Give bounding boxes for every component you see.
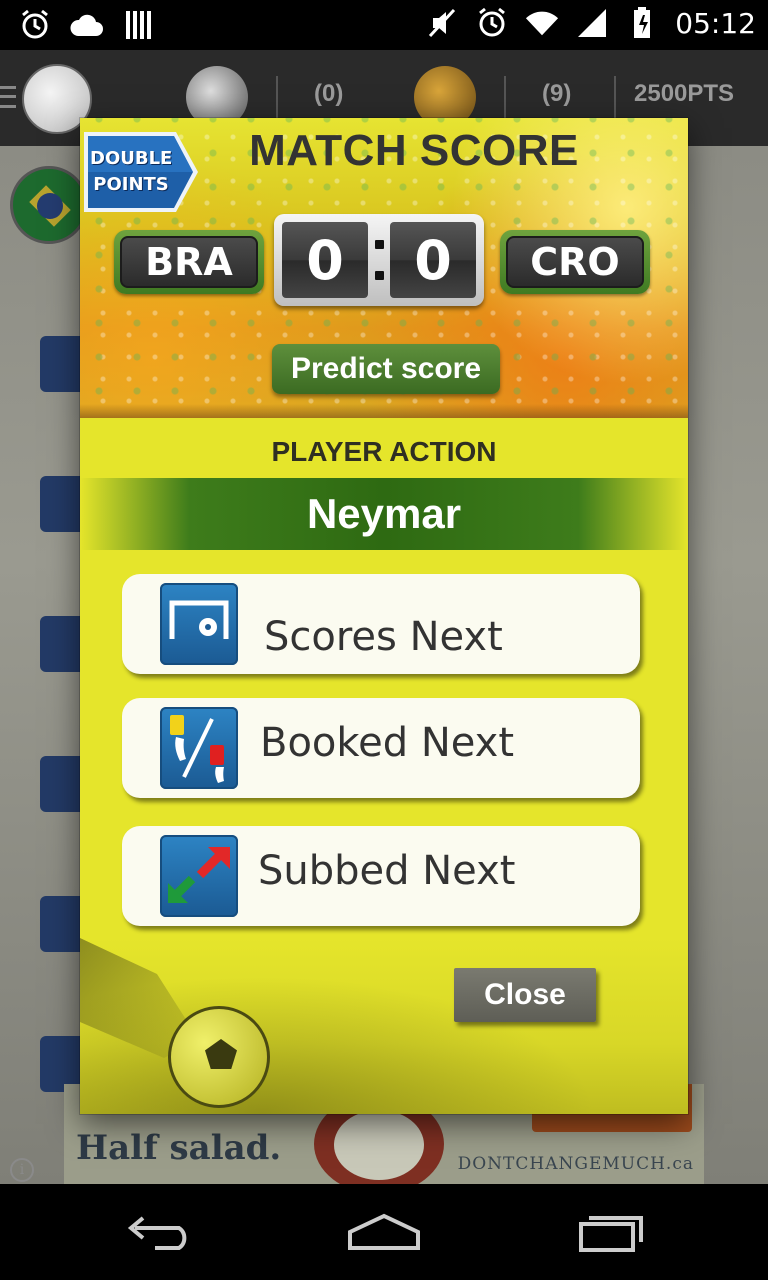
booked-next-button[interactable]: Booked Next [122, 698, 640, 798]
navigation-bar [0, 1184, 768, 1280]
subbed-next-label: Subbed Next [258, 848, 516, 894]
recent-apps-icon[interactable] [570, 1212, 650, 1252]
left-count: (0) [314, 80, 344, 107]
cards-icon [160, 707, 238, 789]
away-score: 0 [390, 222, 476, 298]
dialog-title: MATCH SCORE [249, 126, 579, 175]
battery-icon [625, 6, 659, 40]
subbed-next-button[interactable]: Subbed Next [122, 826, 640, 926]
scoreboard: 0 0 [274, 214, 484, 306]
menu-icon[interactable] [0, 86, 16, 108]
alarm-icon [18, 8, 52, 42]
away-team-code: CRO [506, 236, 644, 288]
brazil-flag-icon [10, 166, 88, 244]
soccer-ball-icon [168, 1006, 270, 1108]
ad-text: Half salad. [76, 1128, 282, 1168]
player-name: Neymar [306, 490, 462, 537]
footer-art [80, 938, 688, 1114]
ad-brand: DONTCHANGEMUCH.ca [457, 1154, 694, 1174]
away-team-badge: CRO [500, 230, 650, 294]
predict-score-button[interactable]: Predict score [272, 344, 500, 394]
goal-icon [160, 583, 238, 665]
home-icon[interactable] [344, 1212, 424, 1252]
status-bar: 05:12 [0, 0, 768, 50]
scores-next-button[interactable]: Scores Next [122, 574, 640, 674]
back-icon[interactable] [120, 1212, 200, 1252]
signal-icon [575, 6, 609, 40]
booked-next-label: Booked Next [260, 720, 515, 766]
score-separator [372, 240, 386, 280]
section-label: PLAYER ACTION [271, 436, 497, 467]
close-button[interactable]: Close [454, 968, 596, 1022]
right-count: (9) [542, 80, 572, 107]
home-team-badge: BRA [114, 230, 264, 294]
player-band: Neymar [80, 478, 688, 550]
match-score-dialog: DOUBLE POINTS MATCH SCORE BRA 0 0 CRO Pr… [80, 118, 688, 1114]
wifi-icon [525, 6, 559, 40]
info-icon[interactable]: i [10, 1158, 34, 1182]
home-score: 0 [282, 222, 368, 298]
cloud-icon [70, 8, 104, 42]
home-team-code: BRA [120, 236, 258, 288]
clock: 05:12 [675, 6, 756, 40]
scores-next-label: Scores Next [264, 614, 503, 660]
alarm-icon [475, 6, 509, 40]
substitution-icon [160, 835, 238, 917]
mute-icon [425, 6, 459, 40]
points-total: 2500PTS [634, 80, 735, 107]
barcode-icon [122, 8, 156, 42]
